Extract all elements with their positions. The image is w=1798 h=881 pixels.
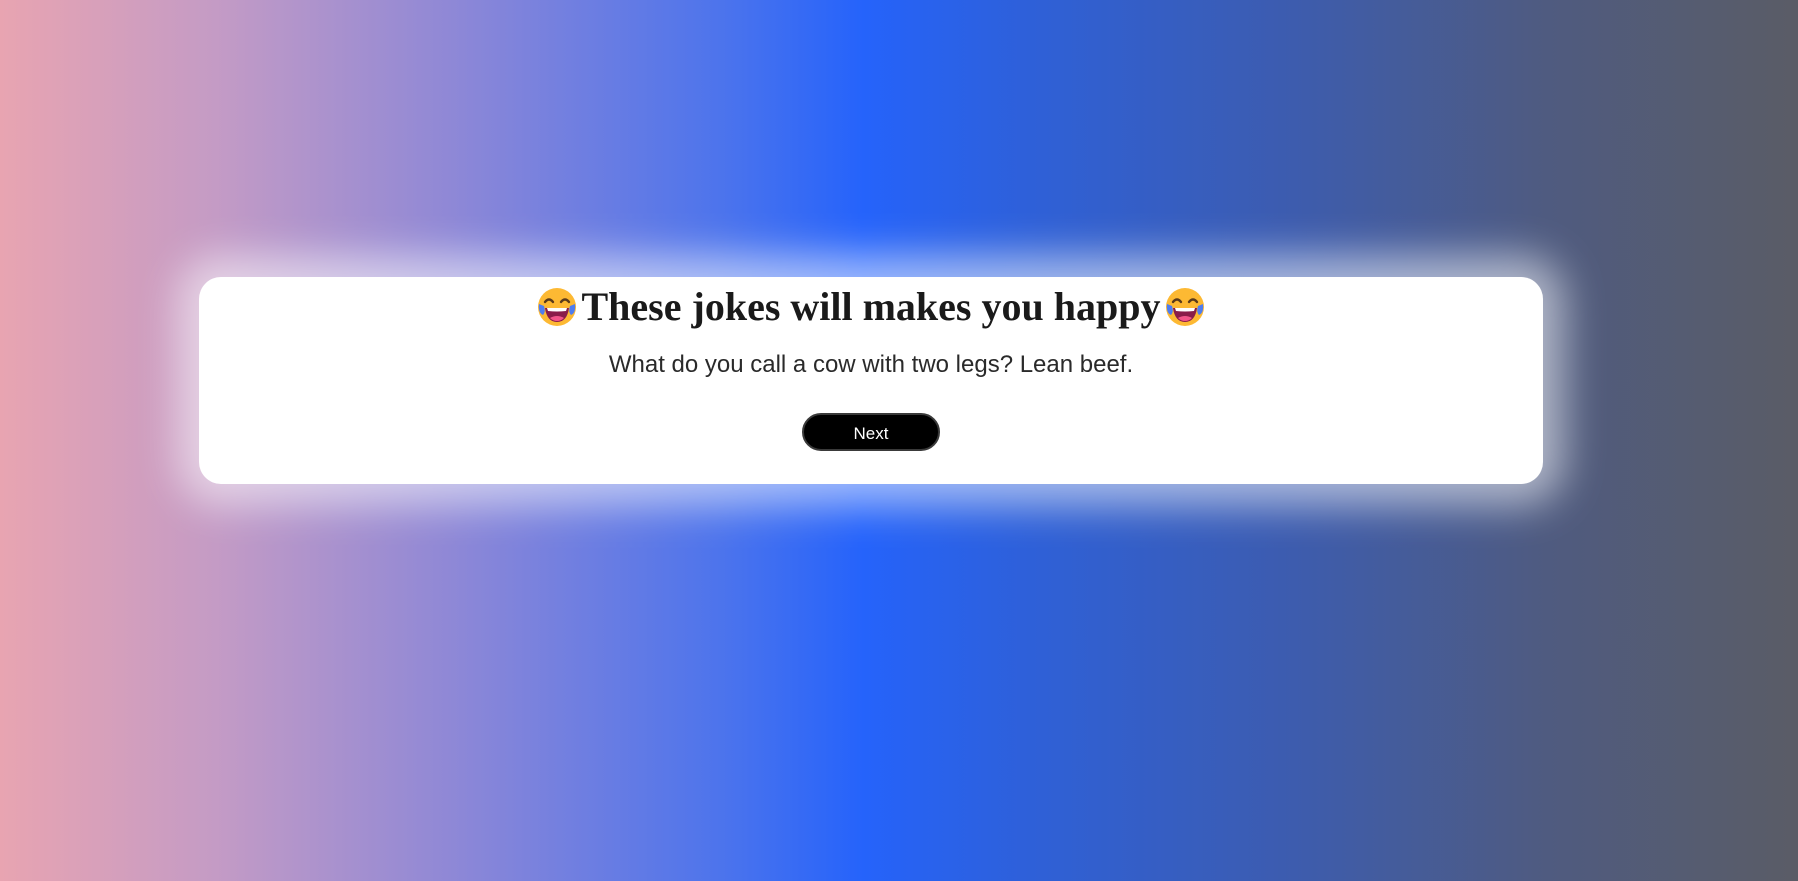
- page-title: These jokes will makes you happy: [199, 277, 1543, 331]
- laughing-emoji-icon: [536, 286, 578, 328]
- next-button[interactable]: Next: [802, 413, 940, 451]
- title-text: These jokes will makes you happy: [581, 284, 1161, 329]
- joke-text: What do you call a cow with two legs? Le…: [608, 351, 1134, 378]
- laughing-emoji-icon: [1164, 286, 1206, 328]
- joke-card: These jokes will makes you happy What do…: [199, 277, 1543, 484]
